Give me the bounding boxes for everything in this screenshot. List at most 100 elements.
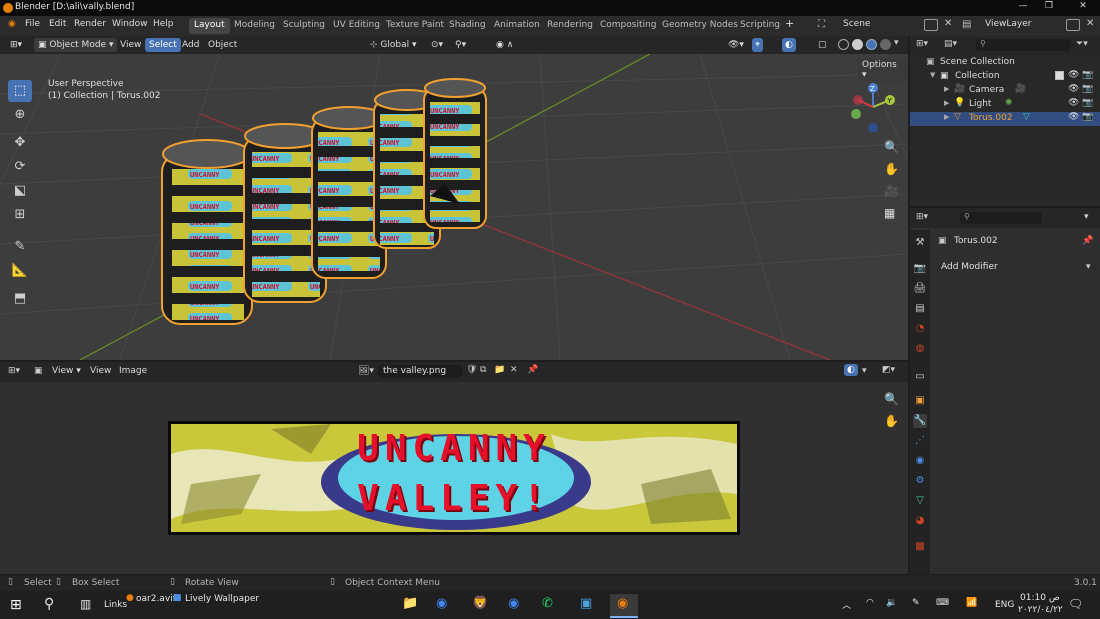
menu-file[interactable]: File: [25, 19, 40, 29]
tab-geometry-nodes[interactable]: Geometry Nodes: [657, 18, 743, 34]
pen-icon[interactable]: ✎: [912, 598, 920, 608]
menu-window[interactable]: Window: [112, 19, 148, 29]
proportional-edit-icon[interactable]: ◉ ∧: [492, 38, 517, 52]
scene-tab-icon[interactable]: ◔: [913, 322, 927, 336]
cursor-tool-icon[interactable]: ⊕: [8, 104, 32, 126]
modifier-tab-icon[interactable]: 🔧: [913, 414, 927, 428]
maximize-button[interactable]: ❐: [1038, 1, 1060, 14]
chrome-icon[interactable]: ◉: [436, 596, 447, 611]
new-view-layer-icon[interactable]: [1066, 19, 1080, 31]
tab-uv-editing[interactable]: UV Editing: [328, 18, 385, 34]
tab-sculpting[interactable]: Sculpting: [278, 18, 330, 34]
visibility-icon[interactable]: 👁▾: [724, 38, 748, 52]
image-editor[interactable]: ⊞▾ ▣ View ▾ View Image 🖼▾ the valley.png…: [0, 362, 908, 574]
tab-modeling[interactable]: Modeling: [229, 18, 280, 34]
brave-icon[interactable]: 🦁: [472, 596, 488, 611]
whatsapp-icon[interactable]: ✆: [542, 596, 553, 611]
render-camera-icon[interactable]: 📷: [1082, 112, 1093, 122]
add-cube-tool-icon[interactable]: ⬒: [8, 288, 32, 310]
pin-icon[interactable]: 📌: [1082, 236, 1093, 246]
chevron-down-icon[interactable]: ▾: [862, 366, 867, 376]
constraints-tab-icon[interactable]: ⚙: [913, 474, 927, 488]
tab-animation[interactable]: Animation: [489, 18, 545, 34]
scene-objects[interactable]: UNCANNY: [0, 54, 908, 360]
delete-view-layer-icon[interactable]: ✕: [1086, 18, 1094, 29]
expand-arrow-icon[interactable]: ▶: [944, 113, 949, 121]
image-pan-icon[interactable]: ✋: [884, 414, 899, 428]
filter-icon[interactable]: ⏷▾: [1076, 39, 1088, 49]
image-editor-type-icon[interactable]: ⊞▾: [8, 366, 20, 376]
outliner-item-torus[interactable]: ▶ ▽ Torus.002 ▽ 👁 📷: [910, 112, 1100, 126]
display-mode-icon[interactable]: ▤▾: [944, 39, 957, 49]
outliner-scene-collection[interactable]: ▣ Scene Collection: [910, 56, 1100, 70]
view-dropdown[interactable]: View ▾: [48, 364, 85, 378]
clock-time[interactable]: 01:10 ص: [1020, 593, 1060, 603]
outliner-item-collection[interactable]: ▼ ▣ Collection 👁 📷: [910, 70, 1100, 84]
visibility-eye-icon[interactable]: 👁: [1068, 70, 1079, 80]
object-menu[interactable]: Object: [204, 38, 241, 52]
view-layer-name[interactable]: ViewLayer: [985, 19, 1031, 29]
image-name-field[interactable]: the valley.png: [378, 365, 462, 378]
select-box-tool-icon[interactable]: ⬚: [8, 80, 32, 102]
outliner-item-light[interactable]: ▶ 💡 Light ✺ 👁 📷: [910, 98, 1100, 112]
outliner-search-input[interactable]: ⚲: [976, 39, 1070, 51]
view-menu[interactable]: View: [116, 38, 145, 52]
expand-arrow-icon[interactable]: ▶: [944, 85, 949, 93]
material-shading-icon[interactable]: [866, 39, 877, 50]
new-scene-icon[interactable]: [924, 19, 938, 31]
view-layer-tab-icon[interactable]: ▤: [913, 302, 927, 316]
taskbar-search-icon[interactable]: ⚲: [44, 596, 54, 612]
properties-search-input[interactable]: ⚲: [960, 212, 1042, 224]
scene-name[interactable]: Scene: [843, 19, 870, 29]
pivot-icon[interactable]: ⊙▾: [427, 38, 447, 52]
keyboard-icon[interactable]: ⌨: [936, 598, 949, 608]
gizmo-icon[interactable]: ⌖: [752, 38, 764, 52]
move-tool-icon[interactable]: ✥: [8, 132, 32, 154]
image-zoom-icon[interactable]: 🔍: [884, 392, 899, 406]
world-tab-icon[interactable]: ◍: [913, 342, 927, 356]
editor-type-icon[interactable]: ⊞▾: [6, 38, 26, 52]
data-tab-icon[interactable]: ▽: [913, 494, 927, 508]
chrome-profile-icon[interactable]: ◉: [508, 596, 519, 611]
valley-image[interactable]: UNCANNY VALLEY!: [168, 421, 740, 535]
transform-tool-icon[interactable]: ⊞: [8, 204, 32, 226]
overlay-icon[interactable]: ◐: [782, 38, 796, 52]
visibility-eye-icon[interactable]: 👁: [1068, 98, 1079, 108]
output-tab-icon[interactable]: 🖨: [913, 282, 927, 296]
properties-options-icon[interactable]: ▾: [1084, 212, 1089, 222]
shading-options-icon[interactable]: ▾: [894, 38, 899, 48]
add-workspace-icon[interactable]: +: [785, 17, 794, 30]
duplicate-image-icon[interactable]: ⧉: [480, 365, 486, 375]
solid-shading-icon[interactable]: [852, 39, 863, 50]
expand-arrow-icon[interactable]: ▼: [930, 71, 935, 79]
mesh-data-icon[interactable]: ▽: [1023, 112, 1030, 122]
volume-icon[interactable]: 🔉: [886, 598, 897, 608]
links-toolbar[interactable]: Links: [104, 600, 127, 610]
tab-scripting[interactable]: Scripting: [735, 18, 785, 34]
close-button[interactable]: ✕: [1072, 1, 1094, 14]
language-indicator[interactable]: ENG: [995, 600, 1014, 610]
measure-tool-icon[interactable]: 📐: [8, 260, 32, 282]
collection-tab-icon[interactable]: ▭: [913, 370, 927, 384]
select-menu[interactable]: Select: [145, 38, 181, 52]
material-tab-icon[interactable]: ◕: [913, 514, 927, 528]
mode-dropdown[interactable]: ▣ Object Mode ▾: [34, 38, 118, 52]
perspective-toggle-icon[interactable]: ▦: [884, 206, 895, 220]
menu-help[interactable]: Help: [153, 19, 174, 29]
render-tab-icon[interactable]: 📷: [913, 262, 927, 276]
tab-texture-paint[interactable]: Texture Paint: [381, 18, 449, 34]
notifications-icon[interactable]: 🗨: [1068, 597, 1083, 611]
outliner-editor-icon[interactable]: ⊞▾: [916, 39, 928, 49]
render-camera-icon[interactable]: 📷: [1082, 84, 1093, 94]
camera-data-icon[interactable]: 🎥: [1015, 84, 1026, 94]
tab-rendering[interactable]: Rendering: [542, 18, 598, 34]
blender-taskbar-button[interactable]: ◉: [610, 594, 638, 618]
menu-edit[interactable]: Edit: [49, 19, 66, 29]
annotate-tool-icon[interactable]: ✎: [8, 236, 32, 258]
delete-scene-icon[interactable]: ✕: [944, 18, 952, 29]
render-camera-icon[interactable]: 📷: [1082, 98, 1093, 108]
wifi-icon[interactable]: 📶: [966, 598, 977, 608]
blender-menu-icon[interactable]: ◉: [8, 19, 16, 29]
avif-file-icon[interactable]: ●: [126, 593, 134, 603]
scale-tool-icon[interactable]: ⬕: [8, 180, 32, 202]
